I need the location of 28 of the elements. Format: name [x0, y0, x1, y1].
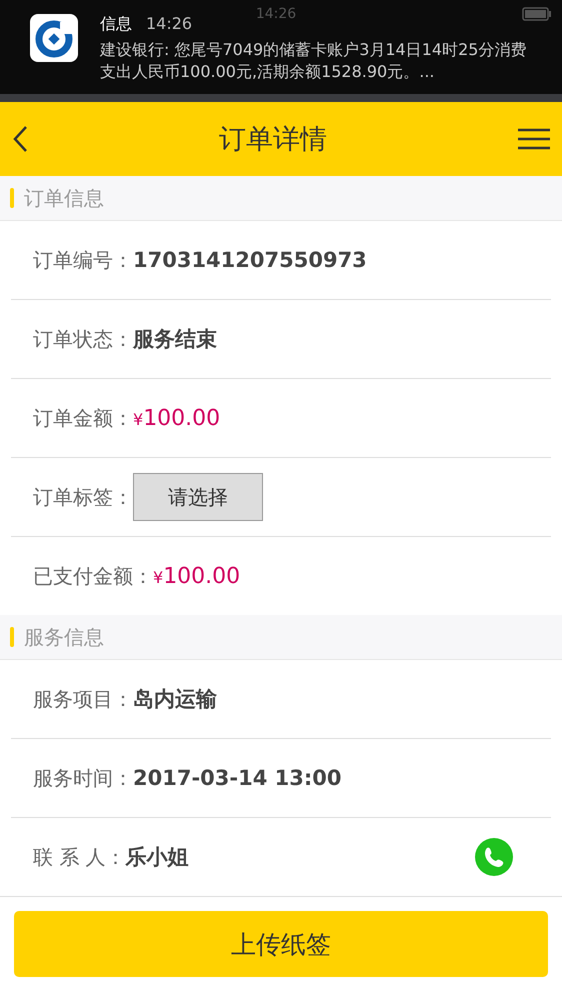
- field-value: 2017-03-14 13:00: [133, 766, 342, 790]
- page-title: 订单详情: [219, 123, 327, 157]
- field-value: 乐小姐: [126, 844, 189, 871]
- field-label: 联 系 人：: [33, 844, 126, 870]
- back-icon[interactable]: [12, 125, 28, 153]
- notification-app-name: 信息: [100, 14, 132, 35]
- field-label: 订单金额：: [33, 404, 133, 432]
- notification-time: 14:26: [146, 14, 192, 33]
- field-value: 1703141207550973: [133, 248, 367, 272]
- upload-button[interactable]: 上传纸签: [14, 911, 548, 977]
- price-value: ¥100.00: [153, 564, 240, 588]
- field-label: 订单标签：: [33, 484, 133, 510]
- notification-message: 建设银行: 您尾号7049的储蓄卡账户3月14日14时25分消费支出人民币100.00元,活期余额1528.90元。...: [100, 39, 528, 83]
- field-label: 服务项目：: [33, 686, 133, 712]
- menu-icon[interactable]: [518, 128, 550, 150]
- section-title: 订单信息: [24, 184, 104, 212]
- status-time: 14:26: [256, 6, 296, 22]
- field-label: 已支付金额：: [33, 562, 153, 590]
- section-title: 服务信息: [24, 624, 104, 650]
- battery-icon: [522, 7, 552, 21]
- field-label: 订单编号：: [33, 246, 133, 274]
- field-value: 岛内运输: [133, 686, 217, 713]
- tag-select[interactable]: 请选择: [133, 473, 263, 521]
- field-label: 服务时间：: [33, 764, 133, 792]
- field-value: 服务结束: [133, 326, 217, 353]
- bank-app-icon: [30, 14, 78, 62]
- field-label: 订单状态：: [33, 326, 133, 352]
- price-value: ¥100.00: [133, 406, 220, 430]
